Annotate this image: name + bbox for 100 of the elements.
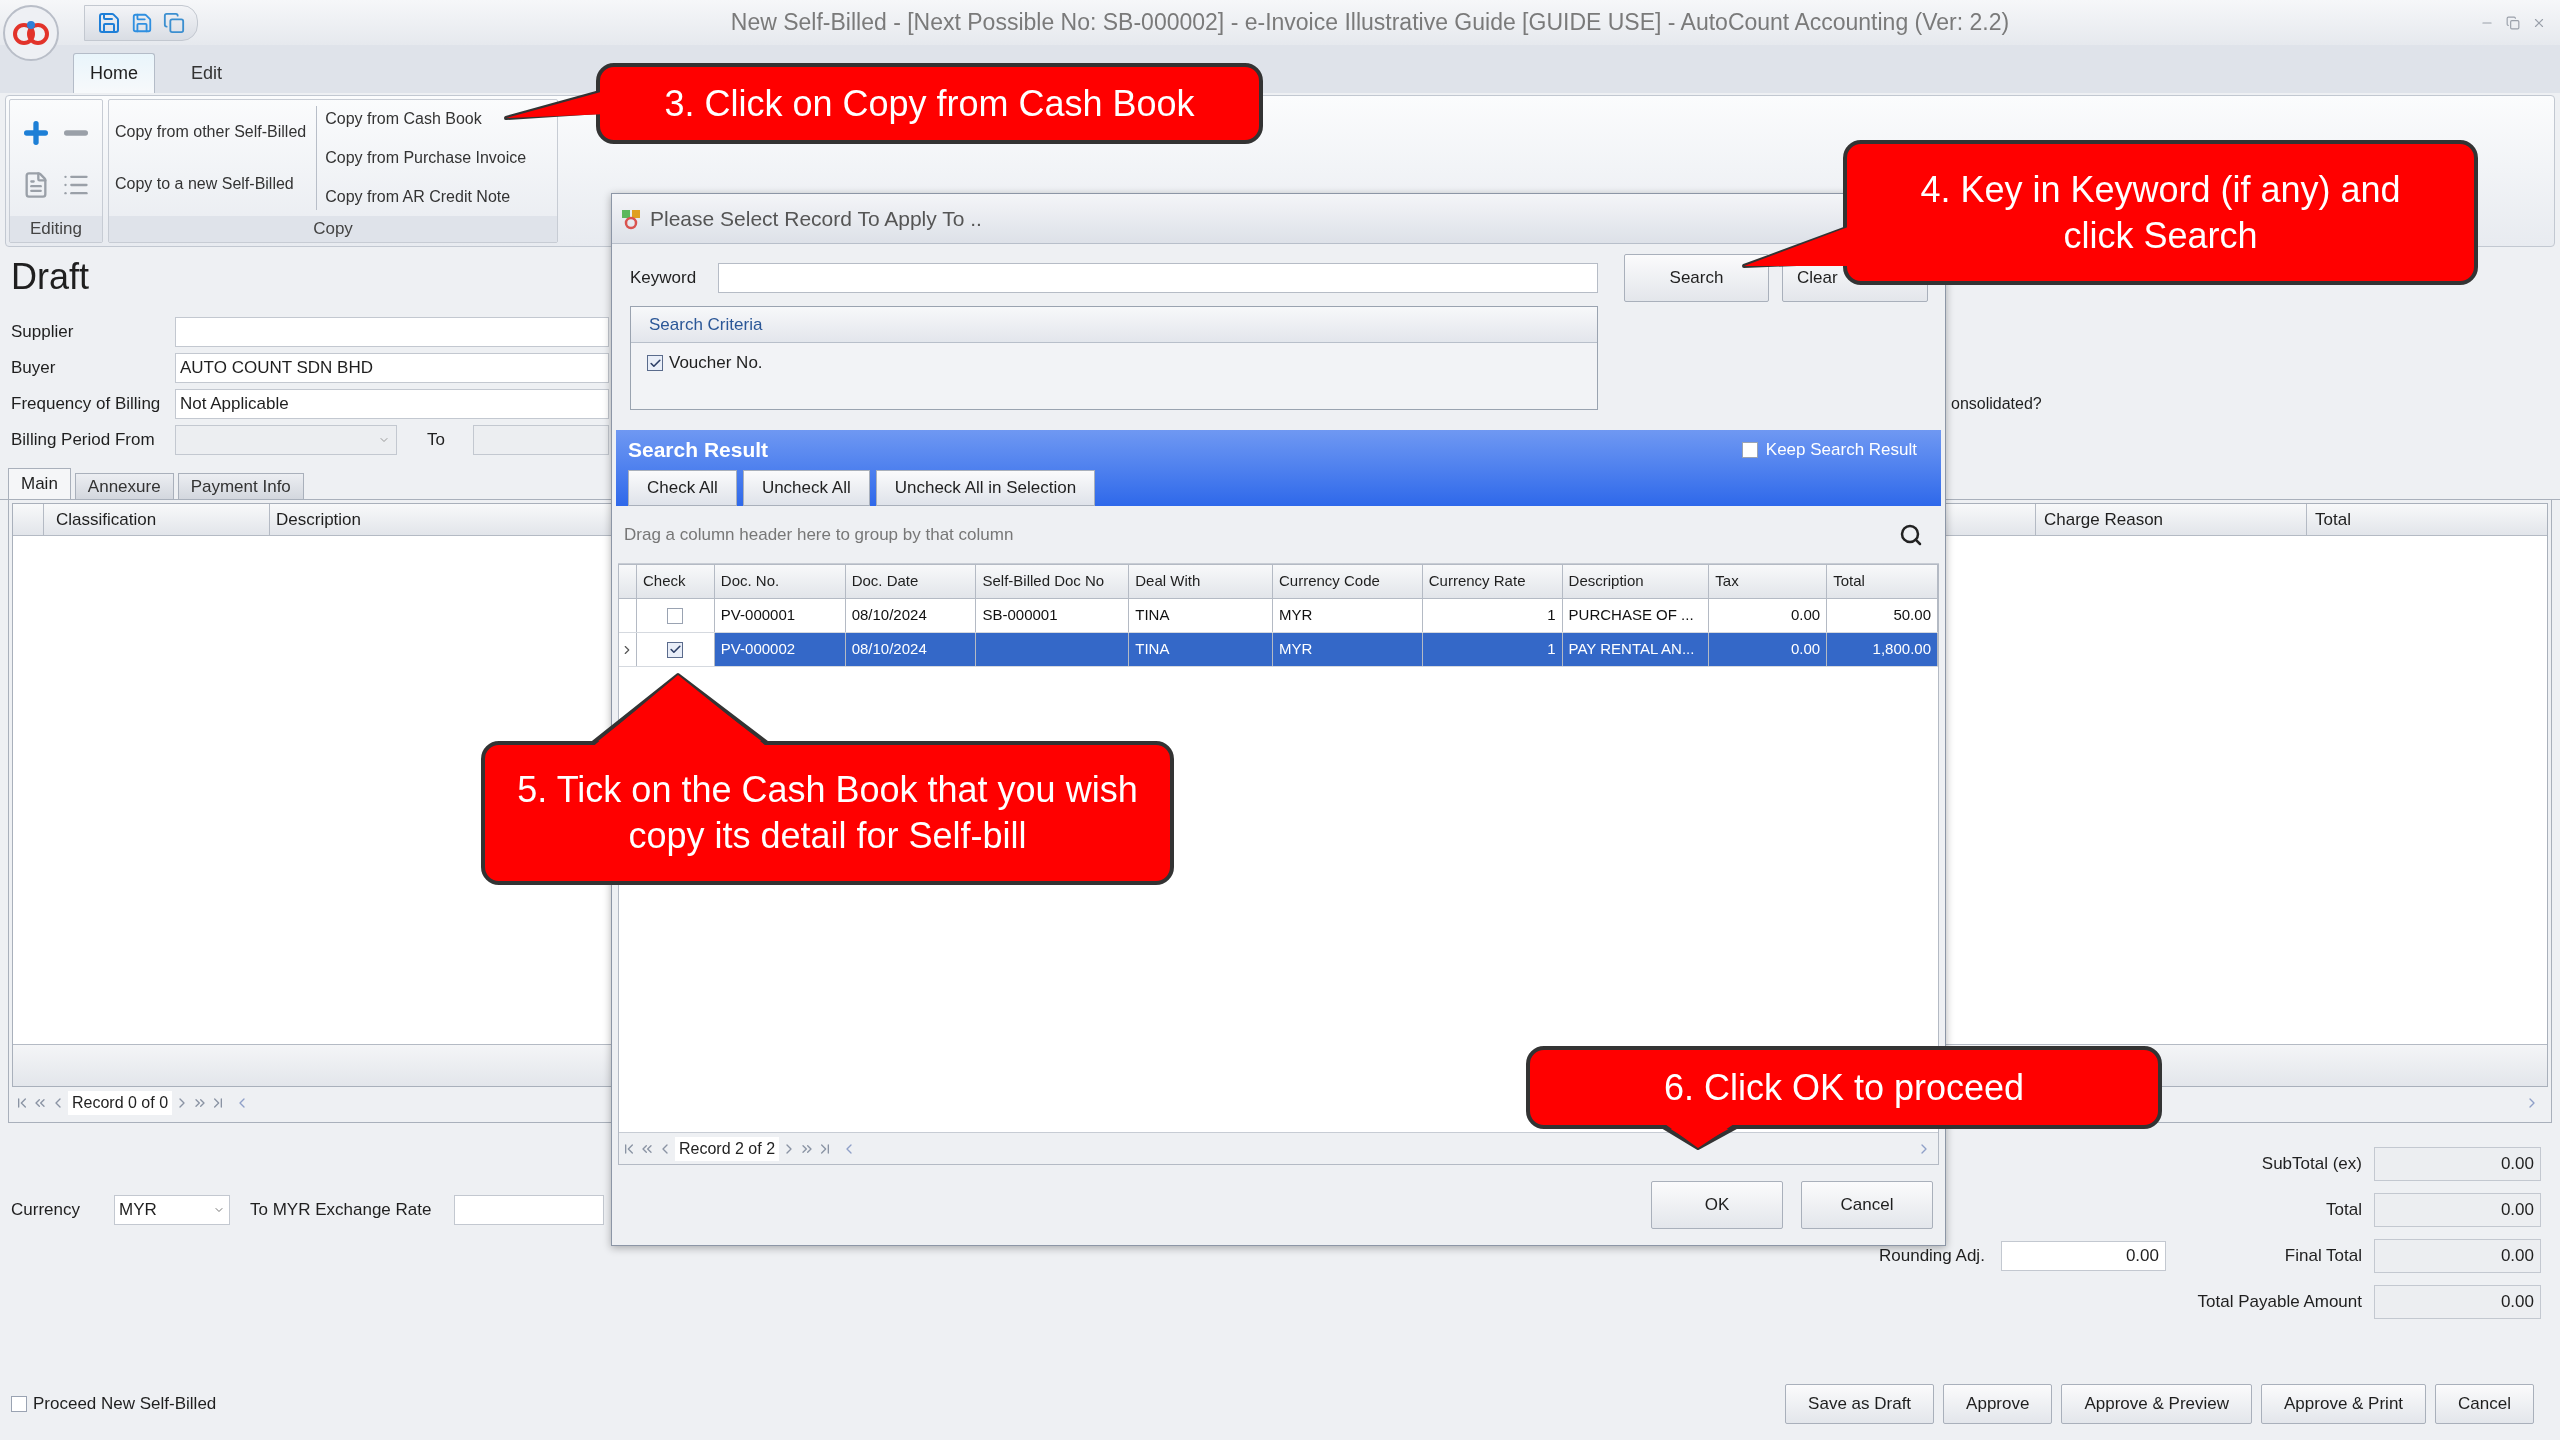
- column-header[interactable]: Charge Reason: [2036, 504, 2307, 535]
- total-label: Final Total: [2283, 1245, 2362, 1268]
- field-label: Currency: [11, 1199, 81, 1222]
- field-label: Billing Period From: [11, 429, 156, 452]
- table-cell-text: PAY RENTAL AN...: [1568, 639, 1695, 660]
- record-counter: Record 2 of 2: [675, 1136, 780, 1161]
- total-label: SubTotal (ex): [2260, 1153, 2362, 1176]
- document-status: Draft: [11, 255, 89, 299]
- field-label: Frequency of Billing: [11, 393, 162, 416]
- table-cell-text: 0.00: [1790, 605, 1821, 626]
- group-by-hint: Drag a column header here to group by that column: [624, 523, 1014, 546]
- result-button[interactable]: Uncheck All in Selection: [875, 470, 1096, 506]
- column-header[interactable]: Total: [1827, 565, 1938, 598]
- total-label: Total Payable Amount: [2196, 1291, 2362, 1314]
- keep-result-checkbox[interactable]: [1741, 441, 1758, 458]
- result-row[interactable]: PV-000002 08/10/2024 TINA MYR 1 PAY RENTAL AN... 0.00 1,800.00: [619, 633, 1938, 667]
- column-header[interactable]: Currency Code: [1273, 565, 1423, 598]
- total-label: Total: [2325, 1199, 2362, 1222]
- tab[interactable]: Annexure: [74, 473, 174, 499]
- ribbon-tab[interactable]: Home: [73, 53, 155, 93]
- table-cell-text: SB-000001: [982, 605, 1058, 626]
- field-label: Buyer: [11, 357, 57, 380]
- field-label: onsolidated?: [1951, 394, 2042, 414]
- ribbon-command[interactable]: Copy to a new Self-Billed: [115, 172, 307, 196]
- copy-icon[interactable]: [163, 11, 185, 34]
- callout-text: 5. Tick on the Cash Book that you wish copy its detail for Self-bill: [517, 769, 1138, 856]
- column-header[interactable]: Doc. Date: [845, 565, 977, 598]
- row-checkbox[interactable]: [667, 641, 684, 658]
- column-header[interactable]: Tax: [1709, 565, 1828, 598]
- restore-icon[interactable]: [2506, 15, 2520, 30]
- currency-dropdown[interactable]: MYR: [114, 1195, 230, 1225]
- field-label: To MYR Exchange Rate: [250, 1199, 433, 1222]
- proceed-checkbox[interactable]: [11, 1396, 27, 1412]
- table-cell-text: PV-000002: [720, 639, 796, 660]
- ribbon-command[interactable]: Copy from Cash Book: [325, 107, 527, 132]
- table-cell-text: 0.00: [1790, 639, 1821, 660]
- panel-title: Search Criteria: [649, 313, 763, 336]
- ribbon-command[interactable]: Copy from Purchase Invoice: [325, 146, 527, 170]
- result-button[interactable]: Check All: [628, 470, 737, 506]
- table-cell-text: 1: [1547, 639, 1556, 660]
- ribbon-command[interactable]: Copy from other Self-Billed: [115, 120, 307, 144]
- keyword-field[interactable]: [718, 263, 1598, 293]
- section-title: Search Result: [628, 437, 769, 463]
- row-checkbox[interactable]: [667, 607, 684, 624]
- total-field: 0.00: [2374, 1193, 2541, 1227]
- table-cell-text: TINA: [1135, 639, 1170, 660]
- field-label: To: [427, 429, 446, 452]
- text-field[interactable]: Not Applicable: [175, 389, 609, 419]
- dropdown[interactable]: [175, 425, 397, 455]
- ribbon-tab[interactable]: Edit: [175, 53, 239, 93]
- callout-text: 4. Key in Keyword (if any) and click Search: [1920, 168, 2401, 256]
- column-header[interactable]: Classification: [44, 504, 270, 535]
- column-header[interactable]: Description: [1562, 565, 1710, 598]
- dialog-button[interactable]: Cancel: [1801, 1181, 1933, 1229]
- rounding-field[interactable]: 0.00: [2001, 1241, 2166, 1271]
- group-label: Copy: [109, 216, 557, 242]
- field-label: Supplier: [11, 321, 75, 344]
- table-cell-text: PURCHASE OF ...: [1568, 605, 1694, 626]
- tab[interactable]: Main: [8, 468, 71, 499]
- text-field[interactable]: [175, 317, 609, 347]
- tab[interactable]: Payment Info: [177, 473, 304, 499]
- group-label: Editing: [10, 216, 102, 242]
- table-cell-text: TINA: [1135, 605, 1170, 626]
- column-header[interactable]: Check: [636, 565, 715, 598]
- action-button[interactable]: Cancel: [2435, 1384, 2534, 1424]
- record-counter: Record 0 of 0: [68, 1091, 173, 1115]
- table-cell-text: 08/10/2024: [851, 639, 927, 660]
- checkbox-label: Voucher No.: [669, 352, 763, 375]
- column-header[interactable]: Doc. No.: [714, 565, 846, 598]
- column-header[interactable]: Currency Rate: [1422, 565, 1563, 598]
- search-button[interactable]: Search: [1624, 254, 1769, 302]
- callout-text: 3. Click on Copy from Cash Book: [664, 82, 1195, 124]
- dialog-button[interactable]: OK: [1651, 1181, 1783, 1229]
- total-field: 0.00: [2374, 1147, 2541, 1181]
- checkbox-label: Proceed New Self-Billed: [33, 1393, 217, 1416]
- action-button[interactable]: Approve & Preview: [2061, 1384, 2252, 1424]
- action-button[interactable]: Save as Draft: [1785, 1384, 1935, 1424]
- table-cell-text: 50.00: [1893, 605, 1931, 626]
- action-button[interactable]: Approve: [1943, 1384, 2053, 1424]
- total-field: 0.00: [2374, 1239, 2541, 1273]
- checkbox-label: Keep Search Result: [1765, 439, 1917, 461]
- app-icon: [620, 207, 642, 230]
- column-header[interactable]: Deal With: [1129, 565, 1273, 598]
- column-header[interactable]: Self-Billed Doc No: [976, 565, 1130, 598]
- criteria-checkbox[interactable]: [647, 355, 663, 371]
- window-title: New Self-Billed - [Next Possible No: SB-000002] - e-Invoice Illustrative Guide [GUIDE USE] - AutoCount Accounting (Ver: 2.2): [729, 8, 2011, 38]
- total-field: 0.00: [2374, 1285, 2541, 1319]
- callout-text: 6. Click OK to proceed: [1663, 1066, 2025, 1108]
- search-icon[interactable]: [1899, 522, 1923, 547]
- result-button[interactable]: Uncheck All: [742, 470, 870, 506]
- dropdown[interactable]: [473, 425, 609, 455]
- action-button[interactable]: Approve & Print: [2261, 1384, 2427, 1424]
- table-cell-text: 08/10/2024: [851, 605, 927, 626]
- text-field[interactable]: AUTO COUNT SDN BHD: [175, 353, 609, 383]
- field-label: Keyword: [630, 267, 698, 290]
- result-row[interactable]: PV-000001 08/10/2024 SB-000001 TINA MYR 1 PURCHASE OF ... 0.00 50.00: [619, 599, 1938, 633]
- ribbon-command[interactable]: Copy from AR Credit Note: [325, 184, 527, 209]
- exchange-rate-field[interactable]: [454, 1195, 604, 1225]
- column-header[interactable]: Total: [2307, 504, 2547, 535]
- table-cell-text: 1,800.00: [1872, 639, 1931, 660]
